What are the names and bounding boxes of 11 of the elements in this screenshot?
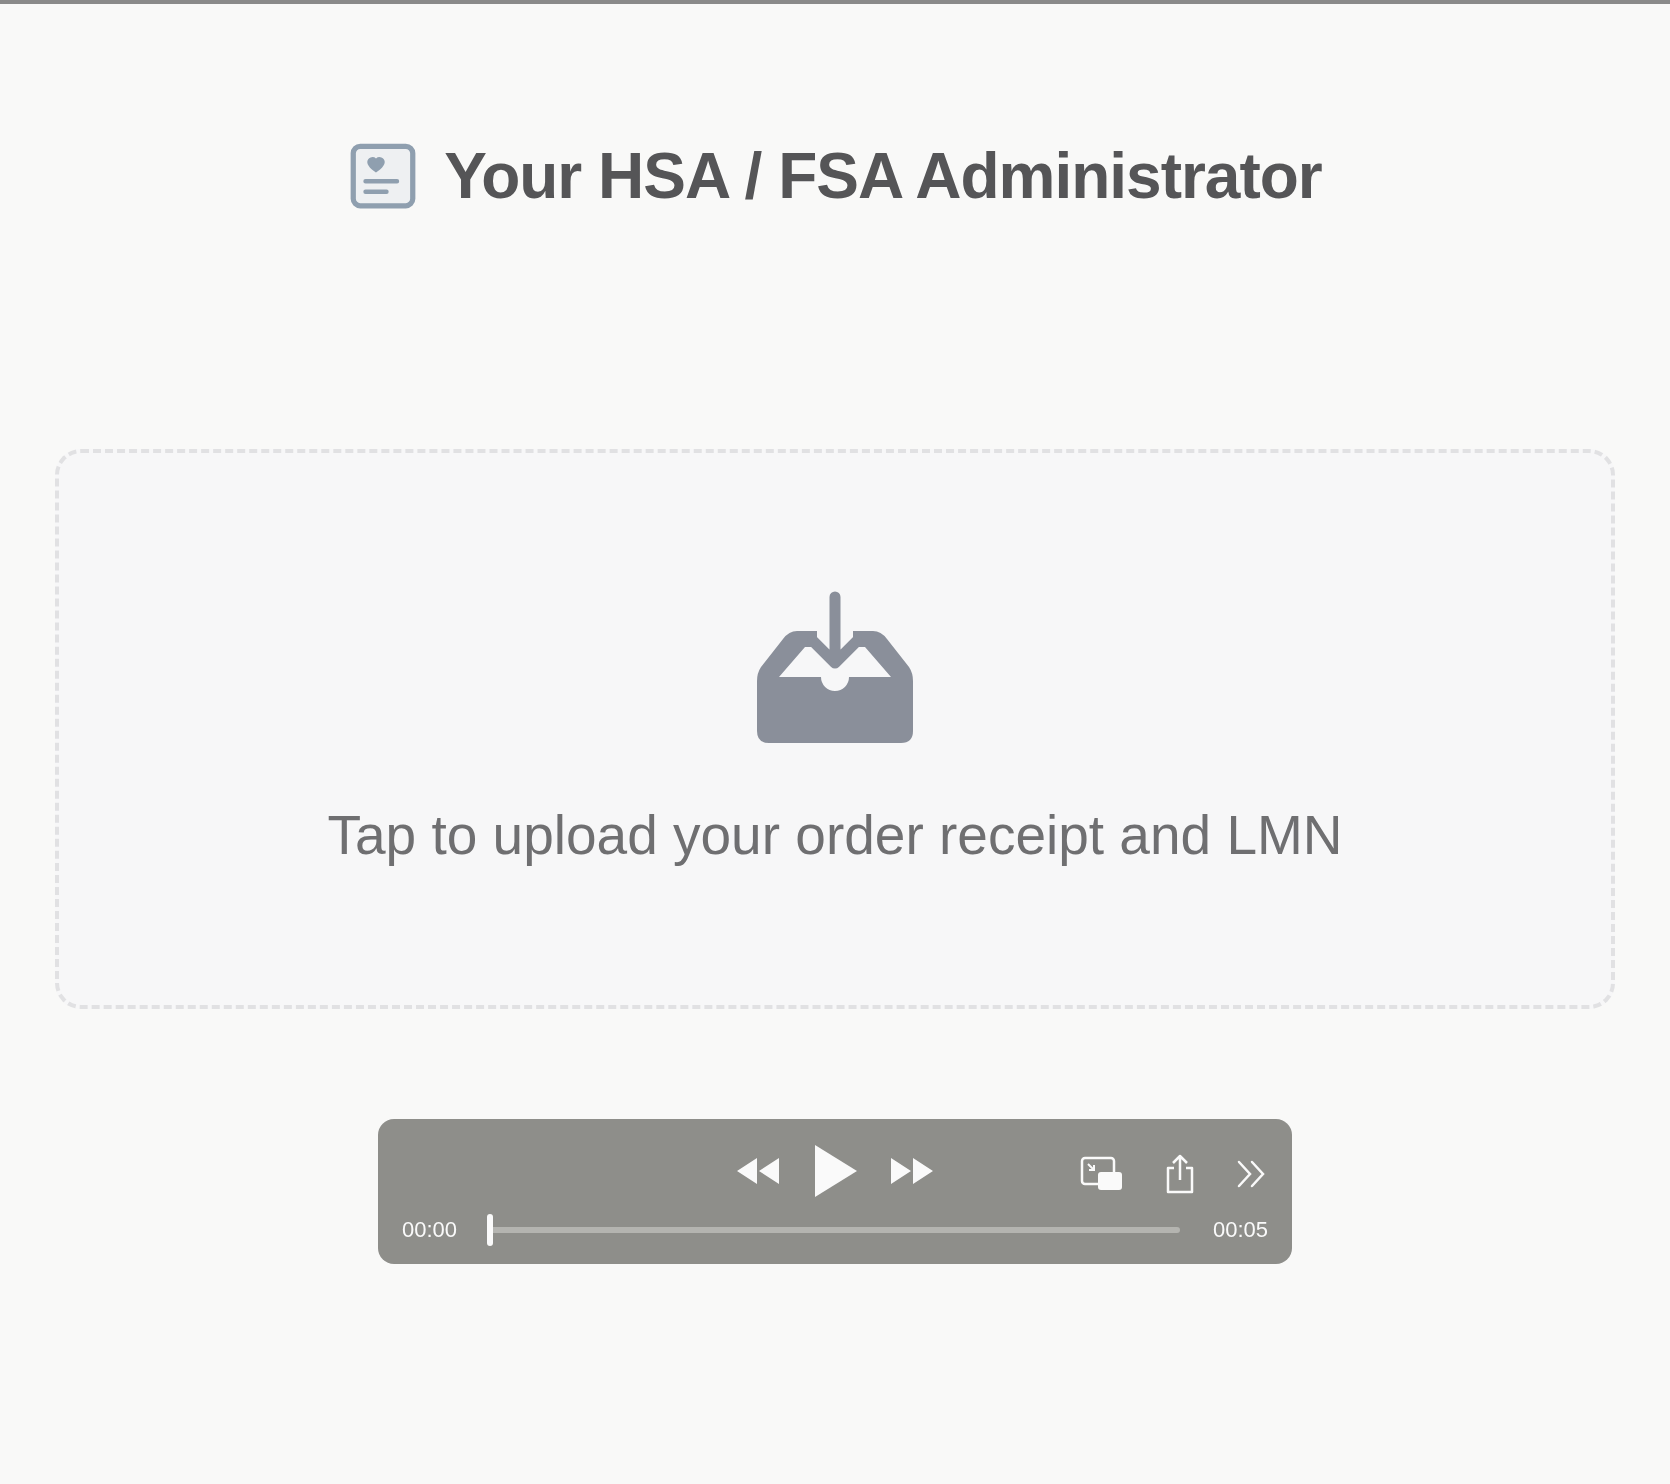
duration-time: 00:05 (1212, 1217, 1268, 1243)
upload-label: Tap to upload your order receipt and LMN (327, 803, 1343, 867)
fast-forward-button[interactable] (889, 1155, 935, 1186)
progress-thumb[interactable] (487, 1214, 494, 1246)
upload-area[interactable]: Tap to upload your order receipt and LMN (55, 449, 1615, 1009)
share-button[interactable] (1164, 1154, 1196, 1194)
page-title: Your HSA / FSA Administrator (444, 139, 1322, 213)
picture-in-picture-button[interactable] (1080, 1156, 1124, 1192)
inbox-download-icon (757, 591, 913, 743)
elapsed-time: 00:00 (402, 1217, 458, 1243)
rewind-button[interactable] (735, 1155, 781, 1186)
